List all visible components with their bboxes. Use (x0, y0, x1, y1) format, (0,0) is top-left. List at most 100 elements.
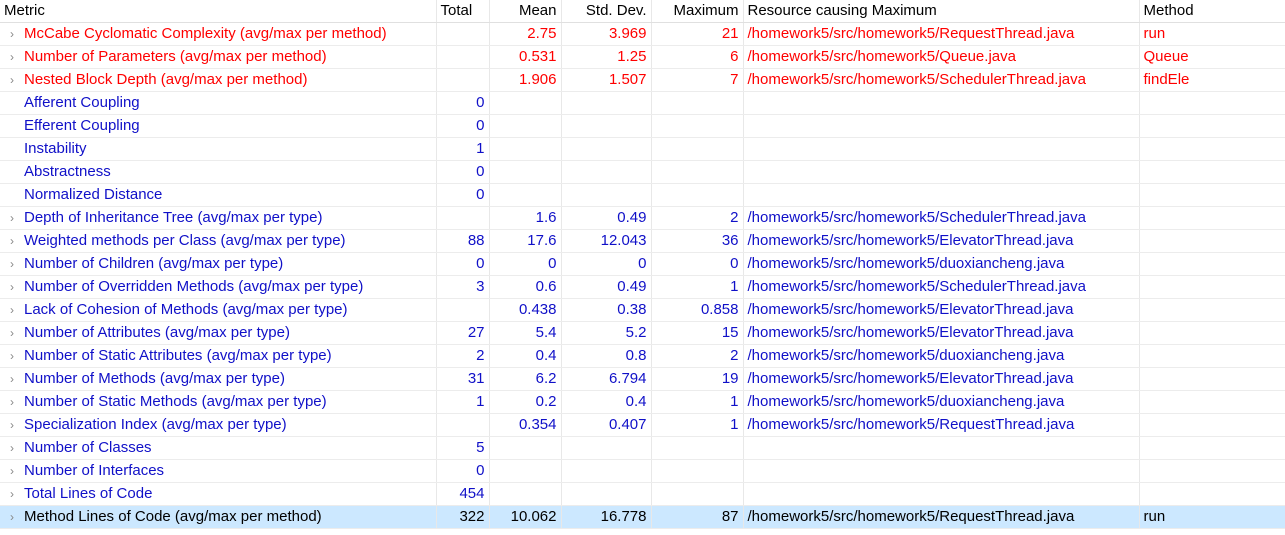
chevron-right-icon[interactable]: › (10, 483, 24, 505)
chevron-right-icon[interactable]: › (10, 276, 24, 298)
total-cell: 0 (436, 114, 490, 138)
total-cell: 27 (436, 321, 490, 345)
std-dev-cell: 12.043 (561, 229, 652, 253)
metric-cell: › Number of Overridden Methods (avg/max p… (0, 275, 437, 299)
maximum-cell (651, 114, 744, 138)
maximum-cell: 1 (651, 413, 744, 437)
chevron-right-icon[interactable]: › (10, 69, 24, 91)
table-row[interactable]: › Depth of Inheritance Tree (avg/max per … (0, 206, 1285, 230)
mean-cell (489, 91, 562, 115)
std-dev-cell: 3.969 (561, 22, 652, 46)
metric-name: Number of Static Attributes (avg/max per… (24, 347, 332, 364)
mean-cell: 1.906 (489, 68, 562, 92)
total-cell: 1 (436, 390, 490, 414)
std-dev-cell: 16.778 (561, 505, 652, 529)
chevron-right-icon[interactable]: › (10, 460, 24, 482)
std-dev-cell: 0.49 (561, 206, 652, 230)
method-cell (1139, 229, 1285, 253)
total-cell (436, 22, 490, 46)
column-header-maximum[interactable]: Maximum (651, 0, 744, 23)
column-header-method[interactable]: Method (1139, 0, 1285, 23)
method-cell (1139, 321, 1285, 345)
table-row[interactable]: Normalized Distance 0 (0, 183, 1285, 207)
std-dev-cell (561, 114, 652, 138)
chevron-right-icon[interactable]: › (10, 230, 24, 252)
table-row[interactable]: Abstractness 0 (0, 160, 1285, 184)
table-row-selected[interactable]: › Method Lines of Code (avg/max per metho… (0, 505, 1285, 529)
column-header-metric[interactable]: Metric (0, 0, 437, 23)
mean-cell: 0.6 (489, 275, 562, 299)
column-header-mean[interactable]: Mean (489, 0, 562, 23)
table-row[interactable]: › Number of Interfaces 0 (0, 459, 1285, 483)
chevron-right-icon[interactable]: › (10, 253, 24, 275)
metric-name: Method Lines of Code (avg/max per method… (24, 508, 322, 525)
table-row[interactable]: › Number of Methods (avg/max per type) 31… (0, 367, 1285, 391)
table-row[interactable]: › Number of Parameters (avg/max per metho… (0, 45, 1285, 69)
metric-name: Number of Classes (24, 439, 152, 456)
table-row[interactable]: › Weighted methods per Class (avg/max per… (0, 229, 1285, 253)
mean-cell: 17.6 (489, 229, 562, 253)
resource-cell (743, 183, 1140, 207)
method-cell (1139, 344, 1285, 368)
mean-cell: 0.438 (489, 298, 562, 322)
chevron-right-icon[interactable]: › (10, 437, 24, 459)
table-row[interactable]: › Number of Overridden Methods (avg/max p… (0, 275, 1285, 299)
method-cell (1139, 482, 1285, 506)
metric-name: Number of Children (avg/max per type) (24, 255, 284, 272)
maximum-cell: 6 (651, 45, 744, 69)
mean-cell (489, 482, 562, 506)
resource-cell (743, 459, 1140, 483)
table-row[interactable]: › Nested Block Depth (avg/max per method)… (0, 68, 1285, 92)
maximum-cell (651, 160, 744, 184)
table-row[interactable]: › Number of Static Attributes (avg/max pe… (0, 344, 1285, 368)
resource-cell: /homework5/src/homework5/Queue.java (743, 45, 1140, 69)
chevron-right-icon[interactable]: › (10, 207, 24, 229)
total-cell: 2 (436, 344, 490, 368)
metric-cell: › Nested Block Depth (avg/max per method) (0, 68, 437, 92)
mean-cell: 2.75 (489, 22, 562, 46)
table-row[interactable]: Instability 1 (0, 137, 1285, 161)
table-row[interactable]: › McCabe Cyclomatic Complexity (avg/max p… (0, 22, 1285, 46)
table-row[interactable]: › Specialization Index (avg/max per type)… (0, 413, 1285, 437)
chevron-right-icon[interactable]: › (10, 299, 24, 321)
resource-cell (743, 482, 1140, 506)
table-row[interactable]: › Number of Classes 5 (0, 436, 1285, 460)
method-cell: Queue (1139, 45, 1285, 69)
chevron-right-icon[interactable]: › (10, 23, 24, 45)
table-row[interactable]: › Number of Attributes (avg/max per type)… (0, 321, 1285, 345)
std-dev-cell: 1.507 (561, 68, 652, 92)
method-cell (1139, 413, 1285, 437)
table-row[interactable]: › Number of Children (avg/max per type) 0… (0, 252, 1285, 276)
method-cell (1139, 459, 1285, 483)
column-header-std-dev[interactable]: Std. Dev. (561, 0, 652, 23)
maximum-cell (651, 436, 744, 460)
method-cell: findEle (1139, 68, 1285, 92)
table-row[interactable]: Afferent Coupling 0 (0, 91, 1285, 115)
total-cell: 0 (436, 252, 490, 276)
chevron-right-icon[interactable]: › (10, 322, 24, 344)
column-header-total[interactable]: Total (436, 0, 490, 23)
std-dev-cell: 0.49 (561, 275, 652, 299)
table-row[interactable]: Efferent Coupling 0 (0, 114, 1285, 138)
chevron-right-icon[interactable]: › (10, 368, 24, 390)
std-dev-cell: 1.25 (561, 45, 652, 69)
metric-name: Nested Block Depth (avg/max per method) (24, 71, 308, 88)
resource-cell: /homework5/src/homework5/duoxiancheng.ja… (743, 390, 1140, 414)
column-header-resource[interactable]: Resource causing Maximum (743, 0, 1140, 23)
maximum-cell: 15 (651, 321, 744, 345)
mean-cell (489, 137, 562, 161)
chevron-right-icon[interactable]: › (10, 414, 24, 436)
table-row[interactable]: › Total Lines of Code 454 (0, 482, 1285, 506)
chevron-right-icon[interactable]: › (10, 345, 24, 367)
chevron-right-icon[interactable]: › (10, 391, 24, 413)
chevron-right-icon[interactable]: › (10, 46, 24, 68)
mean-cell: 10.062 (489, 505, 562, 529)
chevron-right-icon[interactable]: › (10, 506, 24, 528)
table-row[interactable]: › Number of Static Methods (avg/max per t… (0, 390, 1285, 414)
table-row[interactable]: › Lack of Cohesion of Methods (avg/max pe… (0, 298, 1285, 322)
maximum-cell: 2 (651, 206, 744, 230)
resource-cell: /homework5/src/homework5/ElevatorThread.… (743, 321, 1140, 345)
metric-cell: Instability (0, 137, 437, 161)
total-cell (436, 68, 490, 92)
metric-name: Abstractness (24, 163, 111, 180)
